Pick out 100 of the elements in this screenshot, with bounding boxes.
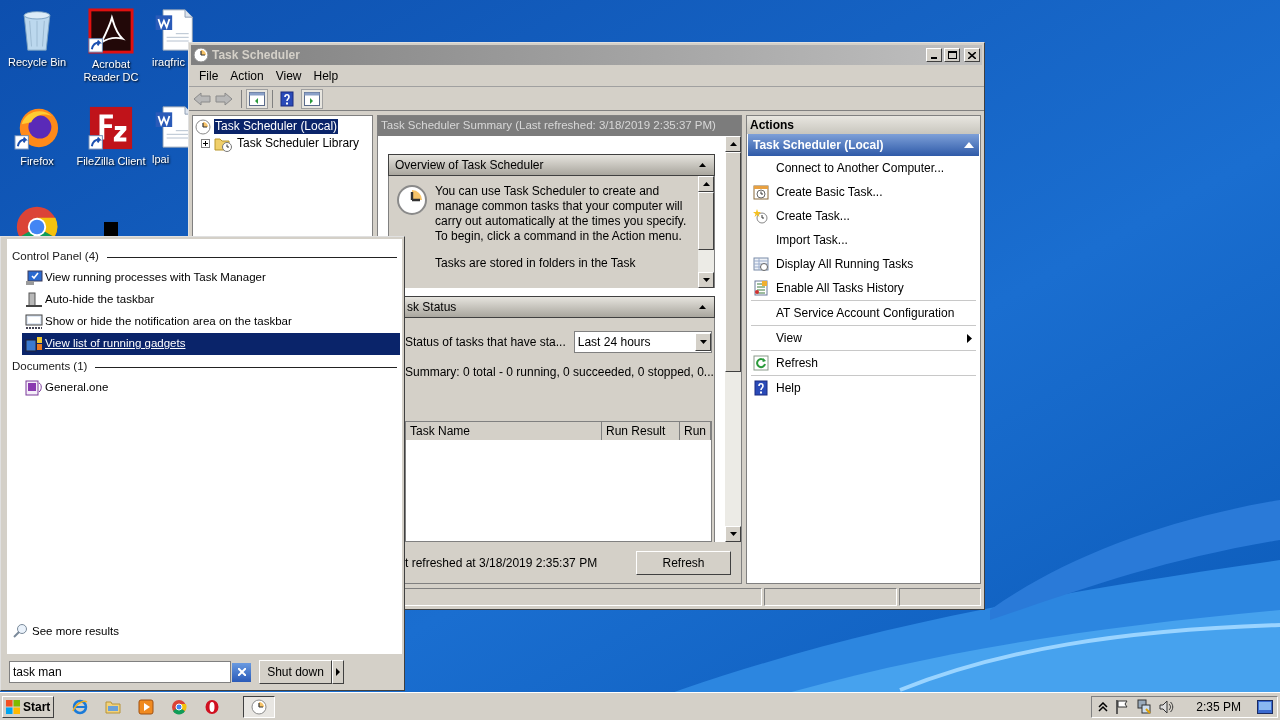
globe-e-icon — [71, 698, 88, 715]
desktop-icon-label[interactable]: Acrobat Reader DC — [75, 58, 147, 84]
scroll-up-button[interactable] — [698, 176, 714, 192]
filter-label: Status of tasks that have sta... — [405, 334, 566, 351]
scroll-down-icon — [729, 532, 737, 536]
task-command[interactable]: Connect to Another Computer... — [751, 156, 976, 180]
clock-icon — [251, 698, 267, 715]
section-title: Overview of Task Scheduler — [394, 157, 544, 174]
search-result[interactable]: View running processes with Task Manager — [22, 267, 400, 289]
play-icon — [137, 698, 154, 715]
scroll-up-button[interactable] — [725, 136, 741, 152]
collapse-icon — [699, 163, 706, 167]
filezilla-icon — [88, 105, 134, 151]
overview-text: You can use Task Scheduler to create and manage common tasks that your computer will carry out automatically at the times you specify. To begin, click a command in the Action menu. — [435, 184, 688, 244]
help-icon — [753, 380, 769, 396]
desktop-icon-label[interactable]: Recycle Bin — [1, 56, 73, 69]
shutdown-button[interactable]: Shut down — [259, 660, 332, 684]
search-field[interactable]: task man — [9, 661, 231, 683]
pane-header: Actions — [747, 116, 980, 134]
scroll-down-icon — [702, 278, 710, 282]
console-tree-button[interactable] — [246, 88, 268, 109]
period-dropdown[interactable]: Last 24 hours — [573, 331, 712, 353]
group-heading: Documents (1) — [12, 359, 88, 375]
refresh-button[interactable]: Refresh — [636, 550, 731, 575]
task-command[interactable]: Refresh — [751, 351, 976, 375]
scroll-down-button[interactable] — [725, 526, 741, 542]
task-command[interactable]: AT Service Account Configuration — [751, 301, 976, 325]
action-pane-button[interactable] — [301, 88, 323, 109]
search-result[interactable]: General.one — [22, 377, 400, 399]
tower-icon — [25, 292, 43, 308]
tree-item[interactable]: Task Scheduler Library — [236, 136, 361, 151]
section-header[interactable]: Overview of Task Scheduler — [388, 154, 715, 176]
notebook-icon — [25, 380, 43, 396]
summary-text: Summary: 0 total - 0 running, 0 succeeded, 0 stopped, 0... — [405, 364, 712, 381]
desktop-icon-label[interactable]: lpai — [152, 153, 170, 166]
task-command[interactable]: View — [751, 326, 976, 350]
flag-icon — [1114, 698, 1131, 715]
collapse-icon — [699, 305, 706, 309]
clock-icon — [193, 47, 209, 63]
task-command[interactable]: Create Basic Task... — [751, 180, 976, 204]
scroll-up-icon — [729, 142, 737, 146]
help-button[interactable] — [277, 88, 297, 109]
folder-clock-icon — [214, 135, 232, 152]
task-command[interactable]: Enable All Tasks History — [751, 276, 976, 300]
gadgets-icon — [25, 336, 43, 352]
clock-star-icon — [753, 208, 769, 224]
calendar-clock-icon — [753, 184, 769, 200]
pdf-reader-icon — [88, 8, 134, 54]
see-more-link[interactable]: See more results — [32, 622, 119, 640]
close-icon — [237, 668, 246, 676]
close-button[interactable] — [964, 48, 980, 62]
clear-search-button[interactable] — [232, 662, 251, 682]
clock-icon — [396, 184, 428, 216]
window-title: Task Scheduler — [212, 47, 300, 64]
column-header[interactable]: Run — [680, 422, 711, 440]
scrollbar-thumb[interactable] — [725, 152, 741, 372]
folder-icon — [104, 698, 121, 715]
show-desktop-icon — [1257, 699, 1273, 714]
task-command[interactable]: Display All Running Tasks — [751, 252, 976, 276]
task-command[interactable]: Help — [751, 376, 976, 400]
chrome-icon — [170, 698, 187, 715]
scrollbar-thumb[interactable] — [698, 192, 714, 250]
search-result[interactable]: View list of running gadgets — [22, 333, 400, 355]
desktop-icon-label[interactable]: FileZilla Client — [75, 155, 147, 168]
clock-icon — [195, 118, 211, 135]
menu-item[interactable]: Help — [307, 66, 345, 85]
menu-item[interactable]: File — [193, 66, 225, 85]
ring-icon — [203, 698, 220, 715]
tree-item[interactable]: Task Scheduler (Local) — [214, 119, 339, 134]
desktop-icon-label[interactable]: Firefox — [1, 155, 73, 168]
taskbar-button[interactable] — [243, 695, 275, 718]
dropdown-arrow-icon — [699, 340, 707, 344]
history-list-icon — [753, 280, 769, 296]
windows-flag-icon — [5, 698, 21, 715]
maximize-button[interactable] — [944, 48, 960, 62]
group-heading: Control Panel (4) — [12, 249, 99, 265]
group-header[interactable]: Task Scheduler (Local) — [748, 134, 979, 156]
start-button[interactable]: Start — [2, 695, 54, 718]
scroll-up-icon — [702, 182, 710, 186]
menu-item[interactable]: Action — [224, 66, 270, 85]
desktop-icon-label[interactable]: iraqfric — [152, 56, 185, 69]
submenu-arrow-icon — [967, 333, 972, 343]
close-icon — [968, 51, 976, 59]
menu-item[interactable]: View — [269, 66, 308, 85]
column-header[interactable]: Run Result — [602, 422, 680, 440]
task-command[interactable]: Create Task... — [751, 204, 976, 228]
task-command[interactable]: Import Task... — [751, 228, 976, 252]
pane-header: Task Scheduler Summary (Last refreshed: 3/18/2019 2:35:37 PM) — [378, 116, 741, 136]
forward-arrow-icon — [215, 91, 233, 106]
minimize-button[interactable] — [926, 48, 942, 62]
monitor-check-icon — [25, 270, 43, 286]
column-header[interactable]: Task Name — [406, 422, 602, 440]
back-arrow-icon — [193, 91, 211, 106]
scroll-down-button[interactable] — [698, 272, 714, 288]
shutdown-options-button[interactable] — [332, 660, 344, 684]
last-refreshed-text: t refreshed at 3/18/2019 2:35:37 PM — [405, 554, 598, 572]
clock-time[interactable]: 2:35 PM — [1196, 697, 1241, 716]
expand-toggle[interactable] — [201, 139, 210, 148]
speaker-icon — [1158, 698, 1175, 715]
section-title: sk Status — [406, 299, 457, 316]
